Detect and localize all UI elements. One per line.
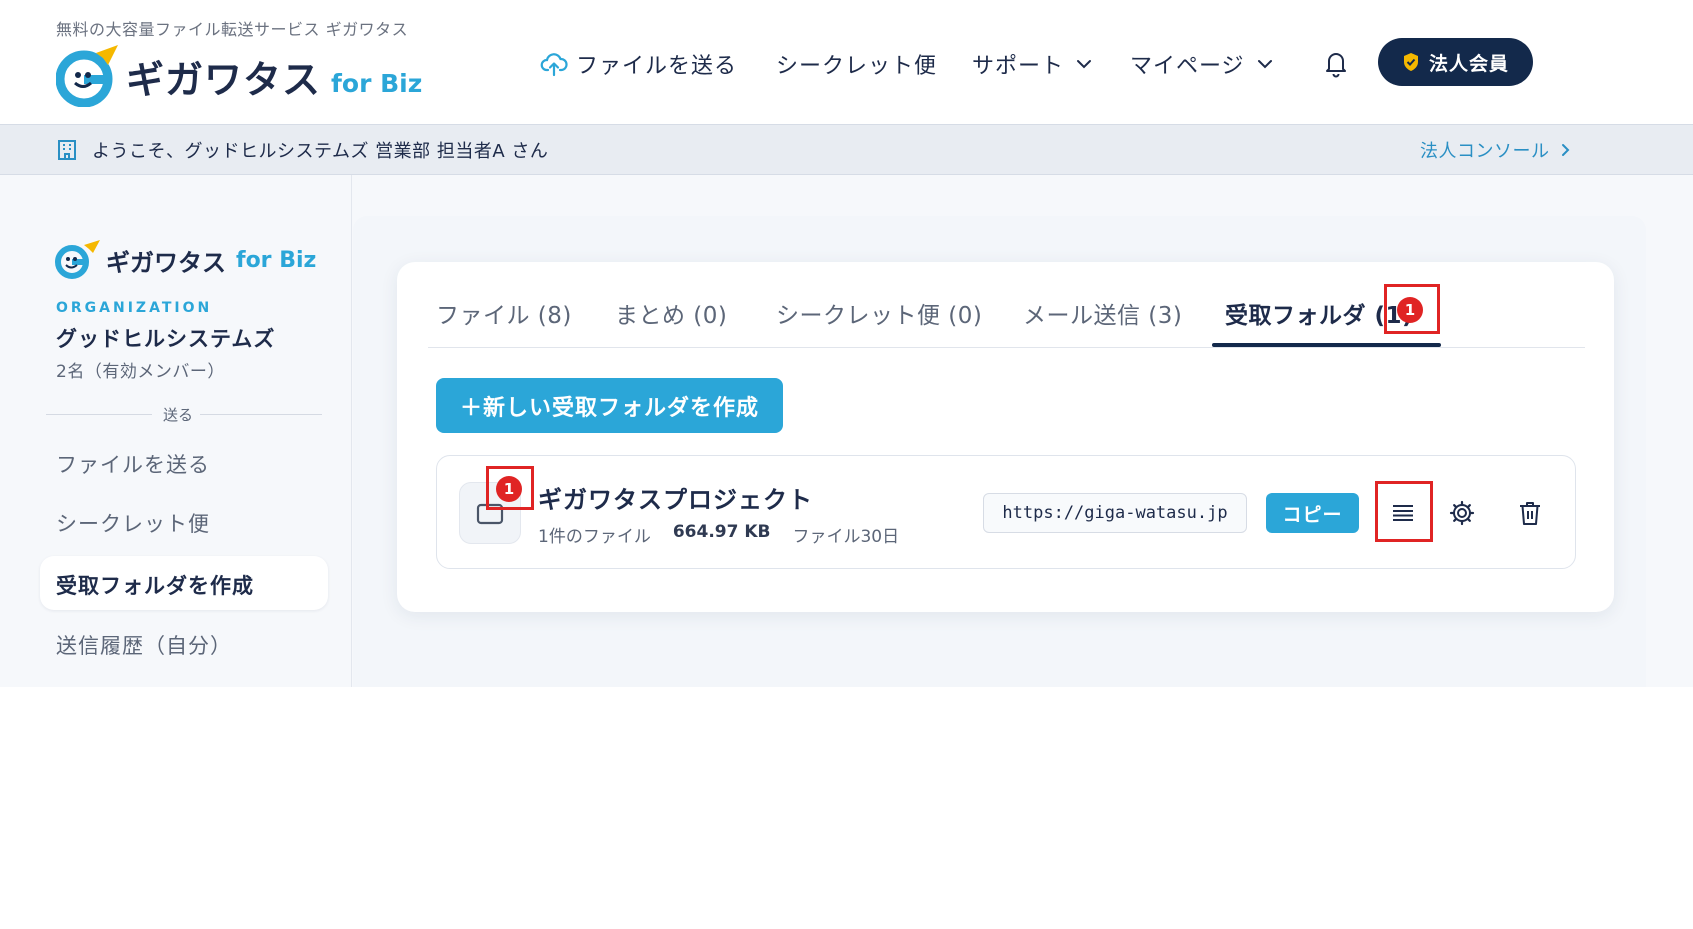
logo-text: ギガワタス xyxy=(126,57,322,102)
cloud-upload-icon xyxy=(540,53,568,77)
nav-support-label: サポート xyxy=(972,54,1065,79)
folder-title[interactable]: ギガワタスプロジェクト xyxy=(538,480,813,515)
folder-meta: 1件のファイル 664.97 KB ファイル30日 xyxy=(538,522,899,547)
logo-biz: for Biz xyxy=(331,68,423,98)
site-header: 無料の大容量ファイル転送サービス ギガワタス ギガワタス for Biz ファイ… xyxy=(0,0,1693,124)
copy-url-button[interactable]: コピー xyxy=(1266,493,1359,533)
corporate-console-link[interactable]: 法人コンソール xyxy=(1420,137,1574,163)
folder-url-field[interactable]: https://giga-watasu.jp xyxy=(983,493,1247,533)
chevron-right-icon xyxy=(1561,144,1569,156)
sidebar-logo-text: ギガワタス xyxy=(106,248,226,277)
trash-icon xyxy=(1520,502,1540,525)
folder-expiry: ファイル30日 xyxy=(792,527,900,547)
sidebar-item-secret[interactable]: シークレット便 xyxy=(56,508,210,538)
chevron-down-icon xyxy=(1077,60,1092,69)
organization-label: ORGANIZATION xyxy=(56,300,213,316)
organization-members: 2名（有効メンバー） xyxy=(56,362,225,382)
welcome-message: ようこそ、グッドヒルシステムズ 営業部 担当者A さん xyxy=(92,141,549,162)
nav-send-file-label: ファイルを送る xyxy=(576,54,738,79)
create-receive-folder-button[interactable]: ＋新しい受取フォルダを作成 xyxy=(436,378,783,433)
highlight-box xyxy=(1375,481,1433,542)
nav-mypage[interactable]: マイページ xyxy=(1130,46,1275,82)
shield-icon xyxy=(1403,53,1418,71)
sidebar-logo[interactable]: ギガワタス for Biz xyxy=(54,240,316,280)
sidebar-item-send-file[interactable]: ファイルを送る xyxy=(56,449,210,479)
sidebar-logo-biz: for Biz xyxy=(236,247,317,273)
tab-mail[interactable]: メール送信 (3) xyxy=(1023,296,1182,330)
site-tagline: 無料の大容量ファイル転送サービス ギガワタス xyxy=(56,20,409,39)
nav-secret[interactable]: シークレット便 xyxy=(776,46,937,82)
tab-secret[interactable]: シークレット便 (0) xyxy=(776,296,982,330)
nav-secret-label: シークレット便 xyxy=(776,54,938,79)
folder-settings-button[interactable] xyxy=(1445,496,1479,530)
sidebar-item-create-folder-label: 受取フォルダを作成 xyxy=(56,574,254,598)
gigawatasu-logo-icon xyxy=(56,45,118,107)
nav-mypage-label: マイページ xyxy=(1130,54,1245,79)
highlight-box xyxy=(486,466,534,510)
welcome-bar: ようこそ、グッドヒルシステムズ 営業部 担当者A さん 法人コンソール xyxy=(0,124,1693,175)
folder-file-count: 1件のファイル xyxy=(538,527,651,547)
section-divider xyxy=(46,414,152,415)
corporate-member-button[interactable]: 法人会員 xyxy=(1378,38,1533,86)
tab-bundles[interactable]: まとめ (0) xyxy=(615,296,727,330)
bell-icon[interactable] xyxy=(1322,48,1350,78)
site-logo[interactable]: ギガワタス for Biz xyxy=(56,44,422,108)
chevron-down-icon xyxy=(1257,60,1272,69)
page-blank-area xyxy=(0,687,1693,929)
organization-name: グッドヒルシステムズ xyxy=(56,327,276,351)
nav-support[interactable]: サポート xyxy=(972,46,1094,82)
active-tab-indicator xyxy=(1212,343,1441,347)
tab-files[interactable]: ファイル (8) xyxy=(436,296,572,330)
folder-size: 664.97 KB xyxy=(672,522,771,542)
section-label-send: 送る xyxy=(163,406,194,424)
building-icon xyxy=(58,140,76,160)
console-link-label: 法人コンソール xyxy=(1420,141,1550,162)
sidebar-item-send-history[interactable]: 送信履歴（自分） xyxy=(56,630,232,660)
folder-delete-button[interactable] xyxy=(1513,496,1547,530)
section-divider xyxy=(200,414,322,415)
tabs-baseline xyxy=(428,347,1585,348)
highlight-box xyxy=(1384,284,1440,334)
nav-send-file[interactable]: ファイルを送る xyxy=(540,46,737,82)
gigawatasu-logo-icon xyxy=(55,240,100,279)
corporate-member-label: 法人会員 xyxy=(1428,52,1509,75)
gear-icon xyxy=(1449,500,1475,526)
